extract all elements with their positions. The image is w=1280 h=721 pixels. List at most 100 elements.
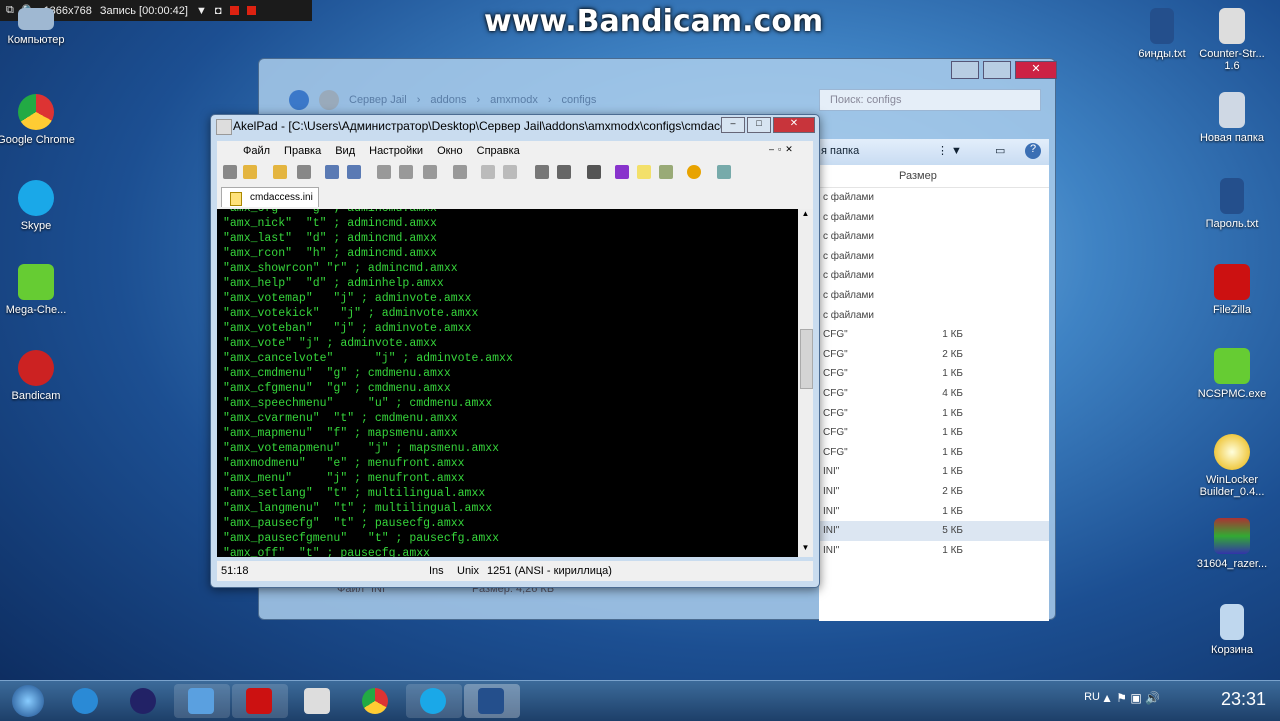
tab-cmdaccess-ini[interactable]: cmdaccess.ini bbox=[221, 187, 319, 207]
highlight-icon[interactable] bbox=[637, 165, 651, 179]
tray-icons[interactable]: ▲ ⚑ ▣ 🔊 bbox=[1101, 691, 1160, 705]
help-icon[interactable]: ? bbox=[1025, 143, 1041, 159]
camera-icon[interactable]: ◘ bbox=[215, 5, 222, 17]
editor-line[interactable]: "amx_cfg" "g" ; admincmd.amxx bbox=[217, 209, 798, 216]
insert-mode[interactable]: Ins bbox=[429, 561, 444, 581]
desktop-icon-razer-archive[interactable]: 31604_razer... bbox=[1192, 518, 1272, 570]
maximize-button[interactable]: □ bbox=[747, 117, 771, 133]
editor-line[interactable]: "amx_votemap" "j" ; adminvote.amxx bbox=[217, 291, 798, 306]
newline-format[interactable]: Unix bbox=[457, 561, 479, 581]
file-row[interactable]: с файлами bbox=[819, 286, 1049, 306]
desktop-icon-recycle-bin[interactable]: Корзина bbox=[1192, 604, 1272, 656]
minimize-button[interactable] bbox=[951, 61, 979, 79]
file-row[interactable]: INI" 1 КБ bbox=[819, 502, 1049, 522]
editor-line[interactable]: "amx_showrcon" "r" ; admincmd.amxx bbox=[217, 261, 798, 276]
word-wrap-icon[interactable] bbox=[535, 165, 549, 179]
taskbar-akelpad[interactable] bbox=[464, 684, 520, 718]
file-row[interactable]: CFG" 1 КБ bbox=[819, 404, 1049, 424]
save-icon[interactable] bbox=[297, 165, 311, 179]
editor-line[interactable]: "amx_mapmenu" "f" ; mapsmenu.amxx bbox=[217, 426, 798, 441]
desktop-icon-filezilla[interactable]: FileZilla bbox=[1192, 264, 1272, 316]
file-row[interactable]: с файлами bbox=[819, 188, 1049, 208]
file-row[interactable]: CFG" 1 КБ bbox=[819, 325, 1049, 345]
editor-line[interactable]: "amx_menu" "j" ; menufront.amxx bbox=[217, 471, 798, 486]
editor-line[interactable]: "amx_cancelvote" "j" ; adminvote.amxx bbox=[217, 351, 798, 366]
file-row[interactable]: CFG" 1 КБ bbox=[819, 423, 1049, 443]
editor-line[interactable]: "amx_nick" "t" ; admincmd.amxx bbox=[217, 216, 798, 231]
desktop-icon-mega-cheat[interactable]: Mega-Che... bbox=[0, 264, 76, 316]
open-folder-icon[interactable] bbox=[243, 165, 257, 179]
editor-line[interactable]: "amx_pausecfgmenu" "t" ; pausecfg.amxx bbox=[217, 531, 798, 546]
scroll-down-arrow[interactable]: ▼ bbox=[798, 543, 813, 557]
editor-line[interactable]: "amxmodmenu" "e" ; menufront.amxx bbox=[217, 456, 798, 471]
editor-line[interactable]: "amx_speechmenu" "u" ; cmdmenu.amxx bbox=[217, 396, 798, 411]
stop-icon[interactable] bbox=[246, 6, 256, 15]
taskbar-internet-explorer[interactable] bbox=[58, 684, 114, 718]
explorer-breadcrumb[interactable]: Сервер Jail › addons › amxmodx › configs bbox=[289, 89, 809, 111]
clock[interactable]: 23:31 bbox=[1221, 689, 1266, 710]
editor-line[interactable]: "amx_votemapmenu" "j" ; mapsmenu.amxx bbox=[217, 441, 798, 456]
close-button[interactable]: ✕ bbox=[773, 117, 815, 133]
paste-icon[interactable] bbox=[423, 165, 437, 179]
replace-icon[interactable] bbox=[347, 165, 361, 179]
vertical-scrollbar[interactable]: ▲ ▼ bbox=[798, 209, 813, 557]
pilcrow-icon[interactable] bbox=[557, 165, 571, 179]
desktop-icon-password-txt[interactable]: Пароль.txt bbox=[1192, 178, 1272, 230]
taskbar-chrome[interactable] bbox=[348, 684, 404, 718]
editor-line[interactable]: "amx_vote" "j" ; adminvote.amxx bbox=[217, 336, 798, 351]
editor-line[interactable]: "amx_pausecfg" "t" ; pausecfg.amxx bbox=[217, 516, 798, 531]
column-header-size[interactable]: Размер bbox=[819, 165, 1049, 188]
file-row[interactable]: INI" 1 КБ bbox=[819, 541, 1049, 561]
file-row[interactable]: с файлами bbox=[819, 208, 1049, 228]
search-input[interactable]: Поиск: configs bbox=[819, 89, 1041, 111]
editor-line[interactable]: "amx_last" "d" ; admincmd.amxx bbox=[217, 231, 798, 246]
editor-line[interactable]: "amx_cmdmenu" "g" ; cmdmenu.amxx bbox=[217, 366, 798, 381]
mdi-close-button[interactable]: ✕ bbox=[785, 144, 793, 155]
menu-view[interactable]: Вид bbox=[335, 145, 355, 157]
file-row[interactable]: INI" 5 КБ bbox=[819, 521, 1049, 541]
cut-icon[interactable] bbox=[377, 165, 391, 179]
editor-line[interactable]: "amx_setlang" "t" ; multilingual.amxx bbox=[217, 486, 798, 501]
desktop-icon-chrome[interactable]: Google Chrome bbox=[0, 94, 76, 146]
scroll-up-arrow[interactable]: ▲ bbox=[798, 209, 813, 223]
editor-line[interactable]: "amx_off" "t" ; pausecfg.amxx bbox=[217, 546, 798, 557]
desktop-icon-new-folder[interactable]: Новая папка bbox=[1192, 92, 1272, 144]
file-row[interactable]: с файлами bbox=[819, 306, 1049, 326]
back-icon[interactable] bbox=[289, 90, 309, 110]
minimize-button[interactable]: – bbox=[721, 117, 745, 133]
taskbar-explorer[interactable] bbox=[174, 684, 230, 718]
file-row[interactable]: CFG" 1 КБ bbox=[819, 364, 1049, 384]
editor-line[interactable]: "amx_langmenu" "t" ; multilingual.amxx bbox=[217, 501, 798, 516]
file-row[interactable]: INI" 2 КБ bbox=[819, 482, 1049, 502]
editor-line[interactable]: "amx_votekick" "j" ; adminvote.amxx bbox=[217, 306, 798, 321]
close-button[interactable]: ✕ bbox=[1015, 61, 1057, 79]
editor-line[interactable]: "amx_cvarmenu" "t" ; cmdmenu.amxx bbox=[217, 411, 798, 426]
preview-pane-icon[interactable]: ▭ bbox=[995, 144, 1005, 157]
editor-line[interactable]: "amx_help" "d" ; adminhelp.amxx bbox=[217, 276, 798, 291]
editor-line[interactable]: "amx_rcon" "h" ; admincmd.amxx bbox=[217, 246, 798, 261]
plugin-icon[interactable] bbox=[659, 165, 673, 179]
mdi-restore-button[interactable]: ▫ bbox=[778, 144, 781, 155]
tools-icon[interactable] bbox=[717, 165, 731, 179]
taskbar-filezilla[interactable] bbox=[232, 684, 288, 718]
taskbar-counter-strike[interactable] bbox=[290, 684, 346, 718]
settings-gear-icon[interactable] bbox=[687, 165, 701, 179]
dropdown-icon[interactable]: ▼ bbox=[196, 5, 207, 17]
desktop-icon-ncspmc[interactable]: NCSPMC.exe bbox=[1192, 348, 1272, 400]
file-row[interactable]: INI" 1 КБ bbox=[819, 462, 1049, 482]
editor-line[interactable]: "amx_voteban" "j" ; adminvote.amxx bbox=[217, 321, 798, 336]
menu-window[interactable]: Окно bbox=[437, 145, 463, 157]
pause-icon[interactable] bbox=[229, 6, 239, 15]
file-row[interactable]: CFG" 4 КБ bbox=[819, 384, 1049, 404]
file-row[interactable]: с файлами bbox=[819, 227, 1049, 247]
file-row[interactable]: с файлами bbox=[819, 247, 1049, 267]
show-panel-icon[interactable] bbox=[587, 165, 601, 179]
maximize-button[interactable] bbox=[983, 61, 1011, 79]
editor-line[interactable]: "amx_cfgmenu" "g" ; cmdmenu.amxx bbox=[217, 381, 798, 396]
scroll-thumb[interactable] bbox=[800, 329, 813, 389]
view-options-icon[interactable]: ⋮ ▼ bbox=[937, 144, 962, 157]
file-row[interactable]: с файлами bbox=[819, 266, 1049, 286]
taskbar-skype[interactable] bbox=[406, 684, 462, 718]
redo-icon[interactable] bbox=[503, 165, 517, 179]
desktop-icon-winlocker[interactable]: WinLocker Builder_0.4... bbox=[1192, 434, 1272, 498]
